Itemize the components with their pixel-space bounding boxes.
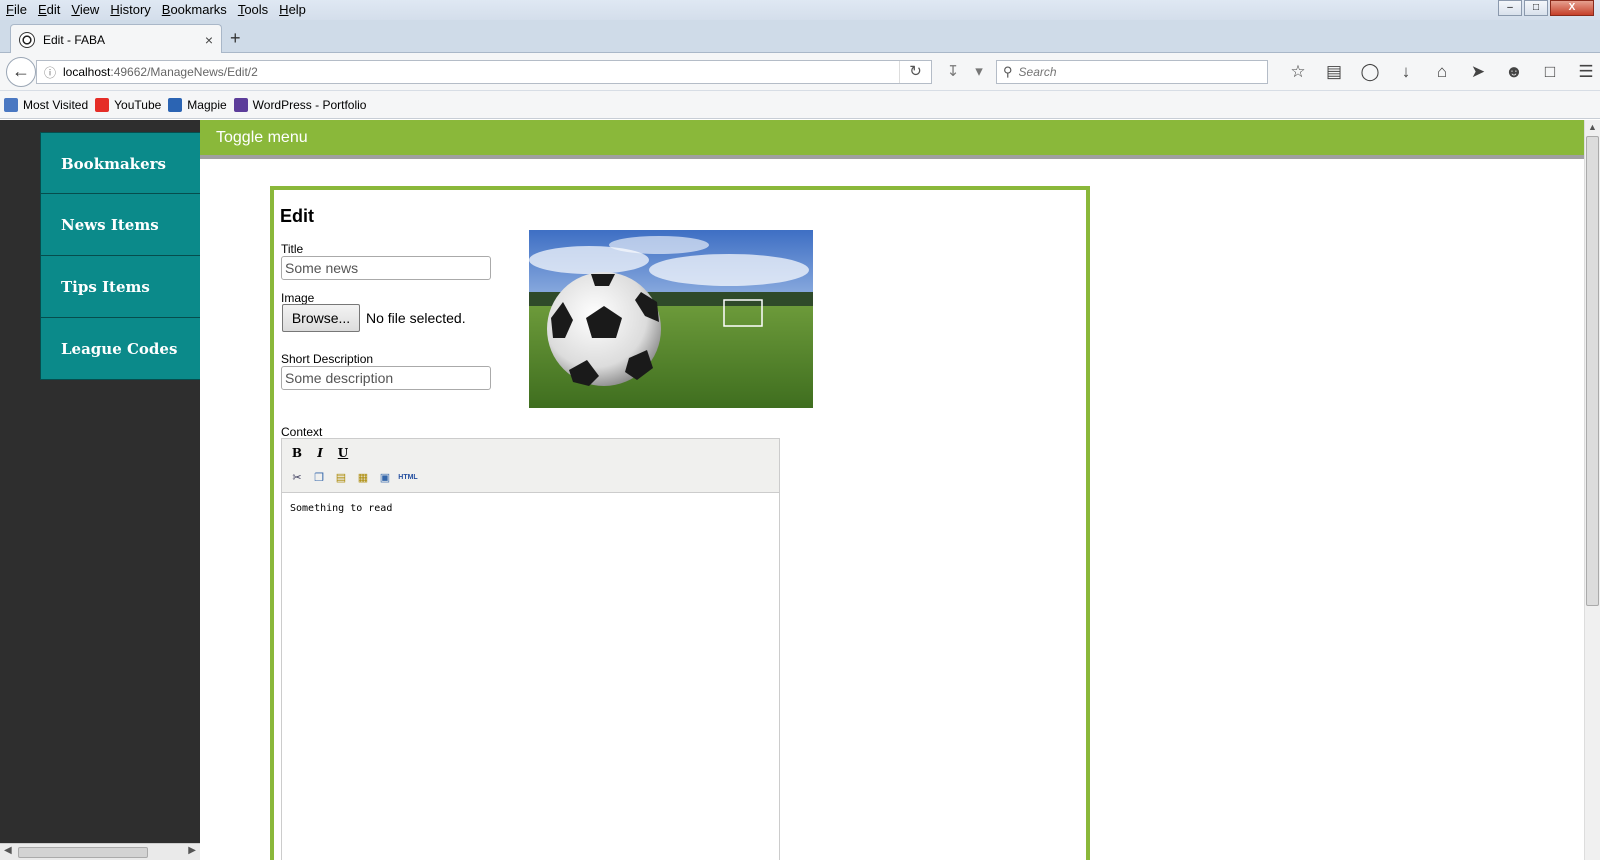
site-info-icon[interactable]: ⓘ bbox=[37, 64, 63, 81]
news-image-preview bbox=[529, 230, 813, 408]
page-viewport: Bookmakers News Items Tips Items League … bbox=[0, 120, 1600, 860]
vertical-scrollbar[interactable]: ▲ bbox=[1584, 120, 1600, 860]
downloads-icon[interactable]: ↓ bbox=[1388, 61, 1424, 83]
tab-title: Edit - FABA bbox=[43, 32, 106, 47]
bookmark-magpie[interactable]: Magpie bbox=[168, 97, 227, 112]
top-bar: Toggle menu bbox=[200, 120, 1584, 159]
file-status-text: No file selected. bbox=[366, 310, 466, 326]
scrollbar-thumb[interactable] bbox=[1586, 136, 1599, 606]
short-description-label: Short Description bbox=[281, 352, 374, 366]
sidebar-item-bookmakers[interactable]: Bookmakers bbox=[40, 132, 200, 194]
bookmarks-toolbar: Most Visited YouTube Magpie WordPress - … bbox=[0, 91, 1600, 119]
underline-icon[interactable]: U bbox=[334, 444, 352, 462]
window-icon[interactable]: □ bbox=[1532, 61, 1568, 83]
copy-icon[interactable]: ❐ bbox=[310, 469, 328, 487]
minimize-button[interactable]: – bbox=[1498, 0, 1522, 16]
italic-icon[interactable]: I bbox=[311, 444, 329, 462]
menu-history[interactable]: History bbox=[104, 0, 155, 20]
menu-tools[interactable]: Tools bbox=[232, 0, 273, 20]
search-icon: ⚲ bbox=[1003, 64, 1013, 79]
tab-edit-faba[interactable]: Edit - FABA × bbox=[10, 24, 222, 54]
soccer-ball-image bbox=[529, 230, 813, 408]
download-arrow-icon[interactable]: ↧ bbox=[940, 62, 966, 80]
edit-form-panel: Edit Title Image Browse... No file selec… bbox=[270, 186, 1090, 860]
menu-edit[interactable]: Edit bbox=[32, 0, 65, 20]
menu-bookmarks[interactable]: Bookmarks bbox=[156, 0, 232, 20]
sidebar: Bookmakers News Items Tips Items League … bbox=[0, 120, 200, 860]
home-icon[interactable]: ⌂ bbox=[1424, 61, 1460, 83]
hamburger-menu-icon[interactable]: ☰ bbox=[1568, 61, 1600, 83]
scroll-right-icon[interactable]: ▶ bbox=[188, 845, 196, 856]
search-input[interactable] bbox=[1018, 65, 1249, 79]
title-input[interactable] bbox=[281, 256, 491, 280]
paste-word-icon[interactable]: ▣ bbox=[376, 469, 394, 487]
send-icon[interactable]: ➤ bbox=[1460, 61, 1496, 83]
title-label: Title bbox=[281, 242, 304, 256]
new-tab-button[interactable]: + bbox=[230, 28, 241, 49]
browse-button[interactable]: Browse... bbox=[282, 304, 360, 332]
url-path: :49662/ManageNews/Edit/2 bbox=[110, 65, 258, 79]
bookmark-label: WordPress - Portfolio bbox=[252, 97, 367, 112]
bookmark-label: Magpie bbox=[187, 97, 227, 112]
bookmark-youtube[interactable]: YouTube bbox=[95, 97, 162, 112]
toolbar-icons: ☆ ▤ ◯ ↓ ⌂ ➤ ☻ □ ☰ bbox=[1280, 61, 1600, 83]
editor-text: Something to read bbox=[290, 503, 393, 514]
bookmark-most-visited[interactable]: Most Visited bbox=[4, 97, 89, 112]
paste-text-icon[interactable]: ▦ bbox=[354, 469, 372, 487]
window-controls: – □ X bbox=[1496, 0, 1594, 16]
image-label: Image bbox=[281, 291, 315, 305]
most-visited-icon bbox=[4, 97, 18, 112]
scroll-left-icon[interactable]: ◀ bbox=[4, 845, 12, 856]
bold-icon[interactable]: B bbox=[288, 444, 306, 462]
dropdown-arrow-icon[interactable]: ▾ bbox=[966, 62, 992, 80]
chat-icon[interactable]: ☻ bbox=[1496, 61, 1532, 83]
youtube-icon bbox=[95, 97, 110, 112]
back-arrow-icon[interactable]: ← bbox=[6, 57, 36, 87]
context-label: Context bbox=[281, 425, 323, 439]
magpie-icon bbox=[168, 97, 183, 112]
tab-strip: Edit - FABA × + bbox=[0, 20, 1600, 54]
paste-icon[interactable]: ▤ bbox=[332, 469, 350, 487]
soccer-ball-favicon-icon bbox=[19, 31, 35, 48]
editor-toolbar: B I U ✂ ❐ ▤ ▦ ▣ HTML bbox=[282, 439, 779, 493]
tab-close-icon[interactable]: × bbox=[205, 32, 213, 48]
navigation-bar: ← ⓘ localhost:49662/ManageNews/Edit/2 ↻ … bbox=[0, 53, 1600, 91]
search-box[interactable]: ⚲ bbox=[996, 60, 1268, 84]
cut-icon[interactable]: ✂ bbox=[288, 469, 306, 487]
restore-button[interactable]: □ bbox=[1524, 0, 1548, 16]
wordpress-icon bbox=[233, 97, 248, 112]
horizontal-scrollbar[interactable]: ◀ ▶ bbox=[0, 843, 200, 860]
bookmark-star-icon[interactable]: ☆ bbox=[1280, 61, 1316, 83]
pocket-icon[interactable]: ◯ bbox=[1352, 61, 1388, 83]
bookmark-wordpress[interactable]: WordPress - Portfolio bbox=[233, 97, 367, 112]
toggle-menu-link[interactable]: Toggle menu bbox=[216, 129, 308, 147]
html-icon[interactable]: HTML bbox=[397, 469, 419, 487]
menu-help[interactable]: Help bbox=[273, 0, 311, 20]
sidebar-item-tips-items[interactable]: Tips Items bbox=[40, 256, 200, 318]
close-window-button[interactable]: X bbox=[1550, 0, 1594, 16]
menu-bar: File Edit View History Bookmarks Tools H… bbox=[0, 0, 1600, 20]
address-bar[interactable]: ⓘ localhost:49662/ManageNews/Edit/2 ↻ bbox=[36, 60, 932, 84]
bookmark-label: Most Visited bbox=[23, 97, 89, 112]
menu-file[interactable]: File bbox=[0, 0, 32, 20]
reload-icon[interactable]: ↻ bbox=[899, 61, 931, 83]
menu-view[interactable]: View bbox=[65, 0, 104, 20]
page-title: Edit bbox=[280, 206, 314, 226]
download-group: ↧ ▾ bbox=[940, 62, 992, 80]
sidebar-item-league-codes[interactable]: League Codes bbox=[40, 318, 200, 380]
reading-list-icon[interactable]: ▤ bbox=[1316, 61, 1352, 83]
sidebar-item-news-items[interactable]: News Items bbox=[40, 194, 200, 256]
scrollbar-thumb[interactable] bbox=[18, 847, 148, 858]
url-host: localhost bbox=[63, 65, 111, 79]
scroll-up-icon[interactable]: ▲ bbox=[1588, 122, 1597, 132]
bookmark-label: YouTube bbox=[114, 97, 162, 112]
editor-content-area[interactable]: Something to read bbox=[282, 493, 779, 524]
rich-text-editor: B I U ✂ ❐ ▤ ▦ ▣ HTML Something to read bbox=[281, 438, 780, 860]
short-description-input[interactable] bbox=[281, 366, 491, 390]
